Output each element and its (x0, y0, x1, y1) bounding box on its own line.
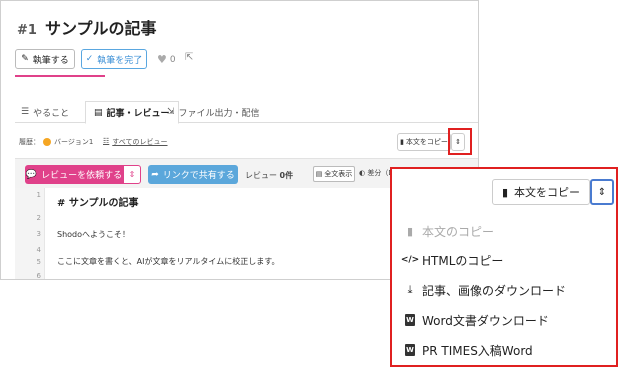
line-number: 1 (36, 191, 41, 199)
share-arrow-icon: ➦ (151, 169, 159, 180)
share-link-button[interactable]: ➦ リンクで共有する (148, 165, 238, 184)
copy-options-toggle-large[interactable]: ⇕ (590, 179, 614, 205)
tab-bar: ☰ やること ▤ 記事・レビュー ⇲ ファイル出力・配信 (15, 101, 478, 124)
review-count-label: レビュー (245, 171, 277, 180)
copy-body-label-large: 本文をコピー (514, 186, 581, 199)
review-count-value: 0件 (279, 171, 294, 180)
line-number: 4 (36, 246, 41, 254)
document-icon: ▤ (94, 107, 103, 118)
copy-body-button-large[interactable]: ▮ 本文をコピー (492, 179, 590, 205)
menu-item-label: 本文のコピー (422, 224, 495, 239)
request-review-button[interactable]: 💬 レビューを依頼する (25, 165, 123, 184)
write-button-label: 執筆する (32, 55, 69, 66)
menu-item-label: HTMLのコピー (422, 253, 504, 268)
word-file-icon: W (405, 314, 415, 326)
menu-item-label: Word文書ダウンロード (422, 313, 549, 328)
line-number: 5 (36, 258, 41, 266)
menu-item-label: PR TIMES入稿Word (422, 343, 533, 358)
editor-line: # サンプルの記事 (57, 198, 139, 209)
copy-body-label: 本文をコピー (405, 138, 448, 146)
all-reviews-label: すべてのレビュー (112, 138, 168, 146)
progress-underline (15, 75, 105, 77)
line-number: 2 (36, 214, 41, 222)
tab-file-output-label: ファイル出力・配信 (178, 108, 260, 119)
all-reviews-link[interactable]: ☷ すべてのレビュー (103, 137, 168, 147)
share-icon[interactable]: ⇱ (185, 52, 193, 63)
tab-file-output[interactable]: ⇲ ファイル出力・配信 (167, 101, 260, 123)
clipboard-icon: ▮ (406, 224, 414, 238)
write-button[interactable]: ✎ 執筆する (15, 49, 75, 69)
line-number: 6 (36, 272, 41, 280)
request-review-options-toggle[interactable]: ⇕ (123, 165, 141, 184)
like-count: 0 (169, 54, 176, 65)
document-icon: ▤ (315, 170, 323, 178)
request-review-label: レビューを依頼する (41, 171, 123, 181)
menu-item-download-article[interactable]: ⤓ 記事、画像のダウンロード (404, 280, 566, 300)
history-version: バージョン1 (54, 138, 94, 146)
pencil-icon: ✎ (21, 54, 29, 64)
menu-item-download-word[interactable]: W Word文書ダウンロード (404, 310, 549, 330)
full-text-button[interactable]: ▤ 全文表示 (313, 166, 355, 182)
tab-article-review[interactable]: ▤ 記事・レビュー (85, 101, 179, 124)
article-title: サンプルの記事 (44, 19, 157, 38)
editor-line: Shodoへようこそ！ (57, 230, 131, 239)
version-dot-icon (43, 138, 51, 146)
menu-item-label: 記事、画像のダウンロード (422, 283, 567, 298)
editor-line: ここに文章を書くと、AIが文章をリアルタイムに校正します。 (57, 257, 280, 266)
list-icon: ☰ (21, 107, 30, 117)
menu-item-prtimes-word[interactable]: W PR TIMES入稿Word (404, 340, 533, 360)
comment-icon: 💬 (25, 169, 38, 180)
clipboard-icon: ▮ (400, 138, 404, 146)
tab-todo[interactable]: ☰ やること (21, 101, 69, 123)
diff-icon: ◐ (359, 169, 366, 177)
article-number: #1 (17, 23, 37, 38)
menu-item-copy-html[interactable]: </> HTMLのコピー (400, 250, 504, 270)
complete-writing-button[interactable]: ✓ 執筆を完了 (81, 49, 147, 69)
complete-writing-label: 執筆を完了 (97, 55, 143, 66)
export-icon: ⇲ (167, 107, 175, 117)
tab-todo-label: やること (33, 108, 70, 119)
copy-body-button[interactable]: ▮ 本文をコピー (397, 133, 451, 151)
review-count: レビュー 0件 (245, 170, 293, 181)
line-number: 3 (36, 230, 41, 238)
copy-dropdown-menu: ▮ 本文をコピー ⇕ ▮ 本文のコピー </> HTMLのコピー ⤓ 記事、画像… (390, 167, 618, 367)
tab-article-review-label: 記事・レビュー (106, 109, 170, 119)
check-icon: ✓ (85, 54, 94, 64)
code-icon: </> (400, 255, 420, 265)
menu-item-copy-body[interactable]: ▮ 本文のコピー (404, 221, 494, 241)
list-icon: ☷ (103, 137, 110, 145)
sort-caret-icon: ⇕ (128, 170, 136, 179)
download-icon: ⤓ (407, 283, 413, 296)
clipboard-icon: ▮ (501, 185, 509, 199)
share-link-label: リンクで共有する (162, 171, 235, 181)
like-button[interactable]: ♥ 0 (157, 53, 176, 66)
full-text-label: 全文表示 (324, 170, 353, 178)
page-title: #1 サンプルの記事 (17, 15, 156, 39)
heart-icon: ♥ (157, 53, 167, 66)
history-label: 履歴： (19, 138, 40, 146)
sort-caret-icon: ⇕ (597, 186, 607, 198)
history-selector[interactable]: 履歴： バージョン1 (19, 137, 93, 147)
word-file-icon: W (405, 344, 415, 356)
highlight-box (448, 128, 472, 155)
